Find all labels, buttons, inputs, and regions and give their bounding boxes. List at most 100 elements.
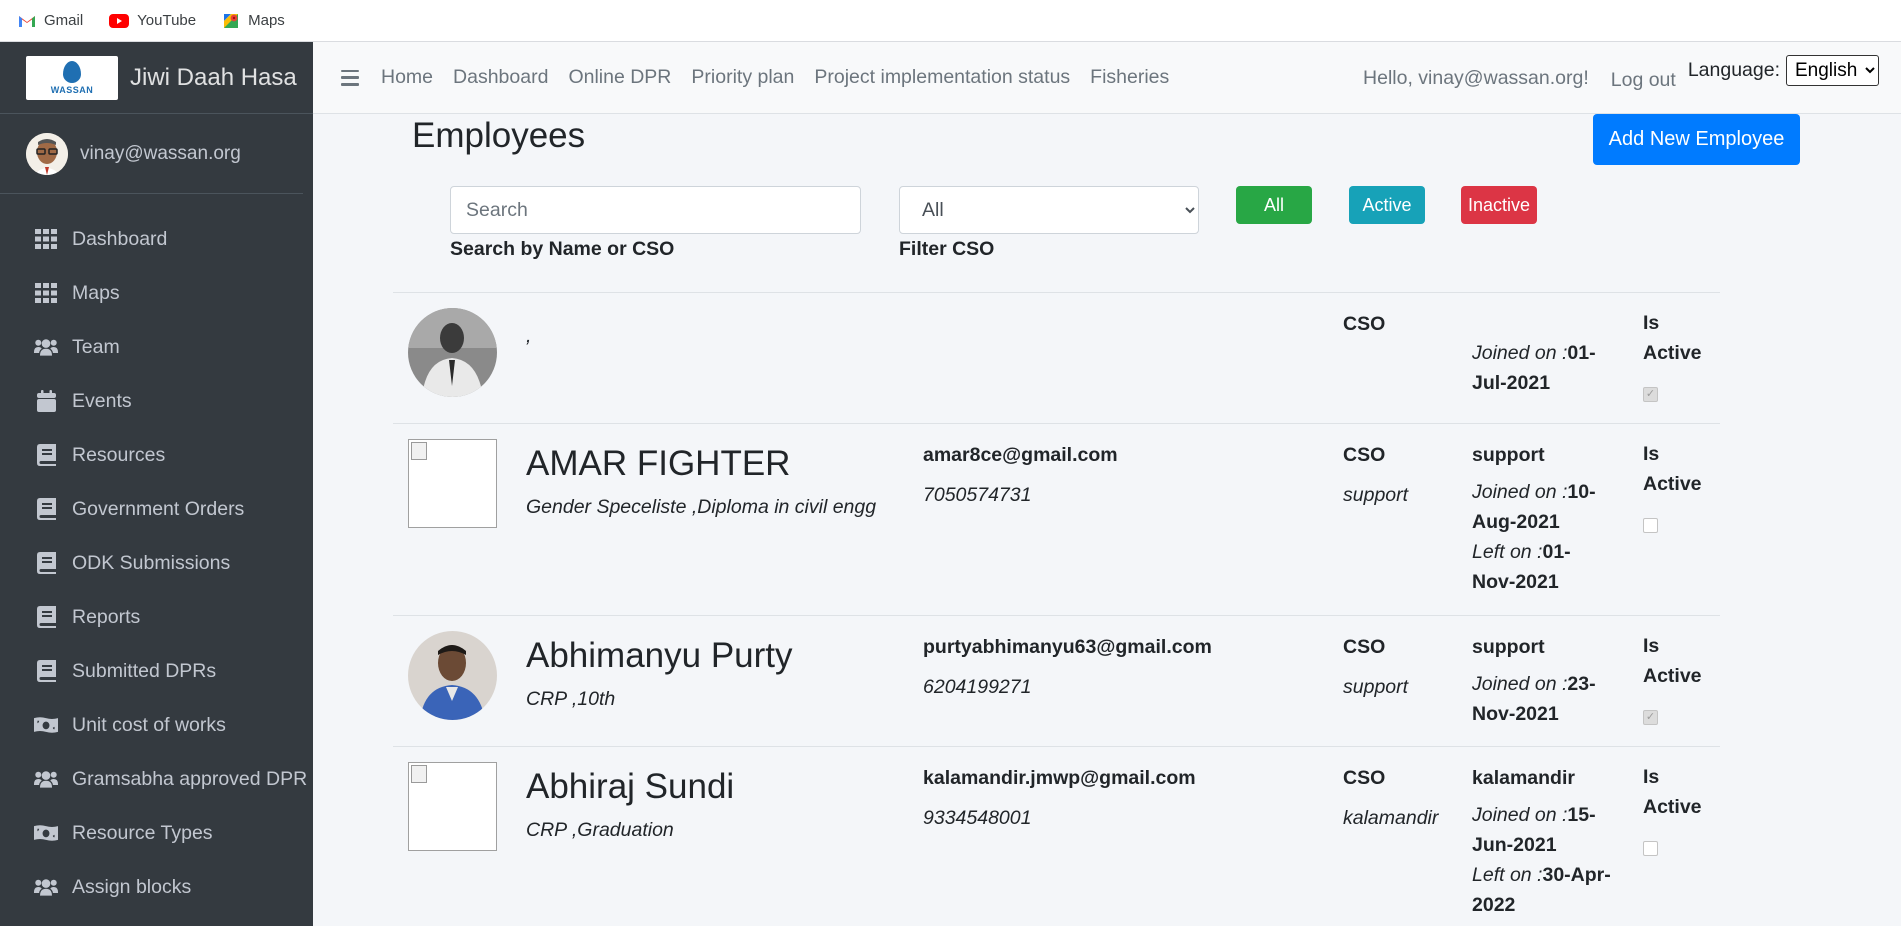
employee-phone: 6204199271 bbox=[923, 676, 1032, 698]
brand-link[interactable]: WASSAN Jiwi Daah Hasa bbox=[0, 42, 313, 114]
nav-link-home[interactable]: Home bbox=[371, 66, 443, 89]
cso-value: support bbox=[1343, 676, 1409, 698]
top-right-area: Hello, vinay@wassan.org! Log out Languag… bbox=[1363, 42, 1901, 114]
sidebar-item-submitted-dprs[interactable]: Submitted DPRs bbox=[0, 644, 313, 698]
logout-button[interactable]: Log out bbox=[1611, 69, 1676, 92]
filter-active-button[interactable]: Active bbox=[1349, 186, 1425, 224]
grid-icon bbox=[34, 281, 58, 305]
user-email: vinay@wassan.org bbox=[80, 142, 241, 164]
nav-link-dashboard[interactable]: Dashboard bbox=[443, 66, 558, 89]
sidebar-item-label: Resource Types bbox=[72, 821, 213, 844]
filter-inactive-button[interactable]: Inactive bbox=[1461, 186, 1537, 224]
sidebar-item-label: Unit cost of works bbox=[72, 713, 226, 736]
users-icon bbox=[34, 335, 58, 359]
employee-row[interactable]: Abhiraj Sundi CRP ,Graduation kalamandir… bbox=[393, 746, 1720, 926]
employee-photo bbox=[408, 631, 497, 720]
book-icon bbox=[34, 605, 58, 629]
filter-all-button[interactable]: All bbox=[1236, 186, 1312, 224]
top-navbar: Home Dashboard Online DPR Priority plan … bbox=[313, 42, 1901, 114]
employee-row[interactable]: Abhimanyu Purty CRP ,10th purtyabhimanyu… bbox=[393, 615, 1720, 746]
is-active-label: Is Active bbox=[1643, 312, 1702, 364]
page-title: Employees bbox=[412, 116, 586, 155]
is-active-checkbox[interactable] bbox=[1643, 710, 1658, 725]
sidebar-item-label: Resources bbox=[72, 443, 166, 466]
sidebar-item-odk-submissions[interactable]: ODK Submissions bbox=[0, 536, 313, 590]
gmail-icon bbox=[19, 15, 35, 27]
language-select[interactable]: English bbox=[1786, 54, 1879, 86]
employee-dates: Joined on :15-Jun-2021 Left on :30-Apr-2… bbox=[1472, 800, 1612, 920]
sidebar-item-gramsabha-approved-dpr[interactable]: Gramsabha approved DPR bbox=[0, 752, 313, 806]
nav-link-priority-plan[interactable]: Priority plan bbox=[681, 66, 804, 89]
maps-icon bbox=[224, 13, 239, 28]
grid-icon bbox=[34, 227, 58, 251]
brand-name: Jiwi Daah Hasa bbox=[130, 63, 297, 91]
sidebar-item-government-orders[interactable]: Government Orders bbox=[0, 482, 313, 536]
user-panel[interactable]: vinay@wassan.org bbox=[0, 114, 303, 194]
nav-link-online-dpr[interactable]: Online DPR bbox=[558, 66, 681, 89]
sidebar-item-team[interactable]: Team bbox=[0, 320, 313, 374]
sidebar-item-resources[interactable]: Resources bbox=[0, 428, 313, 482]
nav-link-fisheries[interactable]: Fisheries bbox=[1080, 66, 1179, 89]
book-icon bbox=[34, 443, 58, 467]
hamburger-menu-icon[interactable] bbox=[341, 69, 359, 86]
sidebar-item-label: Government Orders bbox=[72, 497, 245, 520]
cso-filter-label: Filter CSO bbox=[899, 238, 995, 260]
employee-row[interactable]: , CSO Joined on :01-Jul-2021 Is Active bbox=[393, 292, 1720, 423]
employee-subtitle: Gender Speceliste ,Diploma in civil engg bbox=[526, 496, 877, 518]
sidebar-item-label: Submitted DPRs bbox=[72, 659, 217, 682]
book-icon bbox=[34, 551, 58, 575]
employee-name: AMAR FIGHTER bbox=[526, 444, 791, 483]
is-active-label: Is Active bbox=[1643, 443, 1702, 495]
sidebar-item-resource-types[interactable]: Resource Types bbox=[0, 806, 313, 860]
joined-label: Joined on : bbox=[1472, 804, 1568, 826]
employee-photo bbox=[408, 308, 497, 397]
cso-filter-select[interactable]: All bbox=[899, 186, 1199, 234]
employee-dates: Joined on :23-Nov-2021 bbox=[1472, 669, 1612, 729]
employee-dates: Joined on :01-Jul-2021 bbox=[1472, 338, 1612, 398]
sidebar-item-label: Maps bbox=[72, 281, 120, 304]
avatar bbox=[26, 132, 68, 175]
book-icon bbox=[34, 497, 58, 521]
bookmark-gmail[interactable]: Gmail bbox=[18, 12, 95, 29]
sidebar-item-reports[interactable]: Reports bbox=[0, 590, 313, 644]
is-active-label: Is Active bbox=[1643, 766, 1702, 818]
add-new-employee-button[interactable]: Add New Employee bbox=[1593, 114, 1800, 165]
cso-label: CSO bbox=[1343, 313, 1386, 335]
cso-label: CSO bbox=[1343, 767, 1386, 789]
nav-link-project-implementation-status[interactable]: Project implementation status bbox=[804, 66, 1080, 89]
employee-subtitle: CRP ,10th bbox=[526, 688, 616, 710]
is-active-checkbox[interactable] bbox=[1643, 387, 1658, 402]
employee-row[interactable]: AMAR FIGHTER Gender Speceliste ,Diploma … bbox=[393, 423, 1720, 615]
bookmark-youtube[interactable]: YouTube bbox=[109, 12, 208, 29]
search-input[interactable] bbox=[450, 186, 861, 234]
top-nav-links: Home Dashboard Online DPR Priority plan … bbox=[371, 66, 1179, 89]
logo-text: WASSAN bbox=[50, 84, 94, 95]
main-content: Employees Add New Employee Search by Nam… bbox=[313, 114, 1901, 926]
sidebar-item-maps[interactable]: Maps bbox=[0, 266, 313, 320]
left-label: Left on : bbox=[1472, 541, 1543, 563]
employee-dates: Joined on :10-Aug-2021 Left on :01-Nov-2… bbox=[1472, 477, 1612, 597]
employee-email: amar8ce@gmail.com bbox=[923, 444, 1118, 466]
employee-name: Abhiraj Sundi bbox=[526, 767, 735, 806]
bookmark-maps[interactable]: Maps bbox=[222, 12, 297, 30]
sidebar-item-dashboard[interactable]: Dashboard bbox=[0, 212, 313, 266]
sidebar-item-events[interactable]: Events bbox=[0, 374, 313, 428]
sidebar-item-assign-blocks[interactable]: Assign blocks bbox=[0, 860, 313, 914]
employee-phone: 9334548001 bbox=[923, 807, 1032, 829]
employee-phone: 7050574731 bbox=[923, 484, 1032, 506]
is-active-checkbox[interactable] bbox=[1643, 841, 1658, 856]
hello-user-link[interactable]: Hello, vinay@wassan.org! bbox=[1363, 67, 1589, 90]
cso-value: support bbox=[1343, 484, 1409, 506]
is-active-checkbox[interactable] bbox=[1643, 518, 1658, 533]
employee-subtitle: , bbox=[526, 325, 532, 347]
water-drop-icon bbox=[63, 60, 81, 83]
employee-email: kalamandir.jmwp@gmail.com bbox=[923, 767, 1196, 789]
joined-label: Joined on : bbox=[1472, 342, 1568, 364]
joined-label: Joined on : bbox=[1472, 673, 1568, 695]
employee-email: purtyabhimanyu63@gmail.com bbox=[923, 636, 1212, 658]
bookmarks-bar: Gmail YouTube Maps bbox=[0, 0, 1901, 42]
sidebar-item-label: Dashboard bbox=[72, 227, 168, 250]
brand-logo: WASSAN bbox=[26, 55, 118, 100]
money-icon bbox=[34, 821, 58, 845]
sidebar-item-unit-cost-of-works[interactable]: Unit cost of works bbox=[0, 698, 313, 752]
